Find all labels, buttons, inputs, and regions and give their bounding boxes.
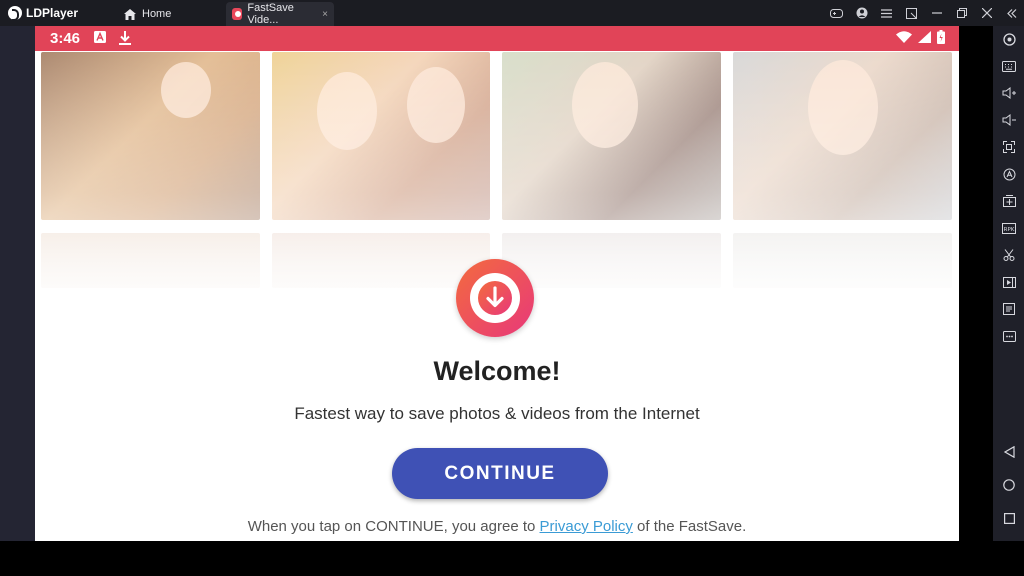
ldplayer-logo: LDPlayer <box>8 4 78 22</box>
screenshot-icon[interactable] <box>998 138 1020 156</box>
keyboard-icon[interactable] <box>998 57 1020 75</box>
volume-down-icon[interactable] <box>998 111 1020 129</box>
volume-up-icon[interactable] <box>998 84 1020 102</box>
download-arrow-icon <box>478 281 512 315</box>
tab-fastsave-label: FastSave Vide... <box>247 2 294 26</box>
more-icon[interactable] <box>998 327 1020 345</box>
home-icon <box>124 8 136 20</box>
operations-icon[interactable] <box>998 300 1020 318</box>
svg-text:RPK: RPK <box>1004 227 1015 233</box>
ldplayer-logo-icon <box>8 6 22 21</box>
privacy-policy-link[interactable]: Privacy Policy <box>540 518 633 535</box>
collage-fade-overlay <box>35 51 959 288</box>
legal-suffix: of the FastSave. <box>632 518 747 535</box>
tab-home-label: Home <box>142 8 172 20</box>
scissors-icon[interactable] <box>998 246 1020 264</box>
account-icon[interactable] <box>849 0 874 26</box>
minimize-icon[interactable] <box>924 0 949 26</box>
download-notification-icon <box>119 31 131 48</box>
legal-text: When you tap on CONTINUE, you agree to P… <box>35 518 959 535</box>
install-apk-icon[interactable] <box>998 192 1020 210</box>
window-controls <box>824 0 1024 26</box>
status-bar: 3:46 <box>35 26 959 51</box>
home-circle-icon[interactable] <box>998 476 1020 494</box>
continue-button[interactable]: CONTINUE <box>392 448 608 499</box>
system-icons <box>896 30 945 44</box>
fps-icon[interactable]: RPK <box>998 219 1020 237</box>
recents-icon[interactable] <box>998 509 1020 527</box>
legal-prefix: When you tap on CONTINUE, you agree to <box>247 518 540 535</box>
tab-fastsave[interactable]: FastSave Vide... × <box>226 2 334 26</box>
back-icon[interactable] <box>998 443 1020 461</box>
bottom-bar <box>0 541 1024 576</box>
status-clock: 3:46 <box>50 30 81 47</box>
left-gutter <box>0 26 35 541</box>
sync-icon[interactable] <box>998 165 1020 183</box>
title-bar: LDPlayer Home FastSave Vide... × <box>0 0 1024 26</box>
close-icon[interactable] <box>974 0 999 26</box>
menu-icon[interactable] <box>874 0 899 26</box>
photo-collage <box>35 51 959 288</box>
gamepad-icon[interactable] <box>824 0 849 26</box>
tab-home[interactable]: Home <box>116 2 220 26</box>
collapse-sidebar-icon[interactable] <box>999 0 1024 26</box>
app-name: LDPlayer <box>26 6 79 20</box>
fastsave-app-icon <box>232 8 243 20</box>
download-logo <box>456 259 534 337</box>
app-notification-icon <box>94 31 106 46</box>
restore-icon[interactable] <box>949 0 974 26</box>
settings-icon[interactable] <box>998 30 1020 48</box>
emulator-sidebar: RPK <box>993 26 1024 541</box>
welcome-subtitle: Fastest way to save photos & videos from… <box>294 404 700 423</box>
video-record-icon[interactable] <box>998 273 1020 291</box>
android-screen: 3:46 Welcome! Fastest way to save photos… <box>35 26 959 541</box>
battery-icon <box>937 30 945 44</box>
welcome-title: Welcome! <box>433 356 561 386</box>
tab-close-icon[interactable]: × <box>322 9 328 20</box>
exit-fullscreen-icon[interactable] <box>899 0 924 26</box>
cell-signal-icon <box>918 31 931 43</box>
wifi-icon <box>896 31 912 43</box>
